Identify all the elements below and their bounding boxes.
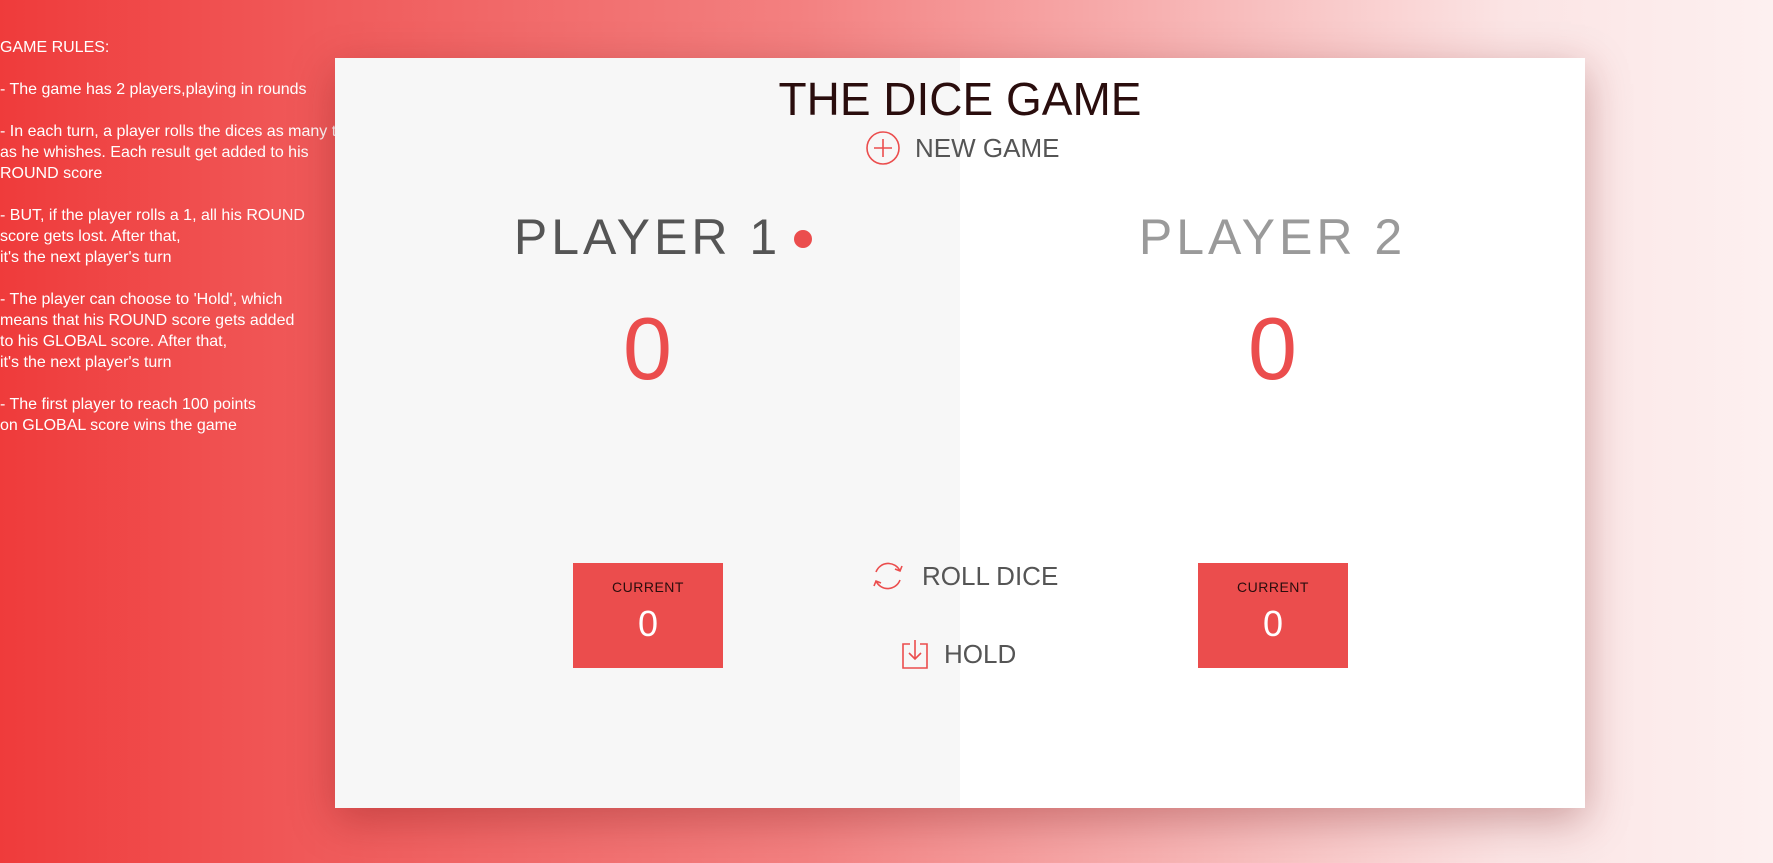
player-1-current-score: 0 xyxy=(637,603,659,644)
rules-title: GAME RULES: xyxy=(0,39,110,56)
game-title: THE DICE GAME xyxy=(778,73,1142,125)
rule-line: - The player can choose to 'Hold', which xyxy=(0,291,283,308)
active-dot-icon xyxy=(794,230,812,248)
rule-item: - The game has 2 players,playing in roun… xyxy=(0,79,340,100)
rule-line: - BUT, if the player rolls a 1, all his … xyxy=(0,207,305,224)
player-2-name: PLAYER 2 xyxy=(1138,209,1407,265)
player-1-panel xyxy=(335,58,960,808)
player-2-panel xyxy=(960,58,1585,808)
roll-dice-label: ROLL DICE xyxy=(922,560,1059,591)
download-icon xyxy=(902,640,928,669)
rule-item: - The player can choose to 'Hold', which… xyxy=(0,289,340,373)
current-label: CURRENT xyxy=(1237,579,1309,595)
roll-dice-button[interactable]: ROLL DICE xyxy=(868,556,1058,596)
player-1-score: 0 xyxy=(623,299,672,398)
player-2-current-score: 0 xyxy=(1262,603,1284,644)
rule-line: to his GLOBAL score. After that, xyxy=(0,333,228,350)
player-1-name: PLAYER 1 xyxy=(513,209,782,265)
game-panel: THE DICE GAME NEW GAME PLAYER 1 PLAYER 2… xyxy=(335,58,1585,808)
rule-line: it's the next player's turn xyxy=(0,249,172,266)
rule-line: on GLOBAL score wins the game xyxy=(0,417,237,434)
rule-line: - The game has 2 players,playing in roun… xyxy=(0,81,307,98)
refresh-icon xyxy=(873,562,903,590)
player-1-current-box: CURRENT 0 xyxy=(573,563,723,668)
rule-line: it's the next player's turn xyxy=(0,354,172,371)
rule-line: as he whishes. Each result get added to … xyxy=(0,144,309,161)
hold-button[interactable]: HOLD xyxy=(900,638,1016,670)
rule-item: - In each turn, a player rolls the dices… xyxy=(0,121,340,184)
rule-line: - In each turn, a player rolls the dices… xyxy=(0,123,337,140)
new-game-label: NEW GAME xyxy=(915,132,1060,163)
rule-line: means that his ROUND score gets added xyxy=(0,312,295,329)
player-2-score: 0 xyxy=(1248,299,1297,398)
hold-label: HOLD xyxy=(944,638,1017,669)
rule-line: score gets lost. After that, xyxy=(0,228,181,245)
rule-item: - The first player to reach 100 points o… xyxy=(0,394,340,436)
new-game-button[interactable]: NEW GAME xyxy=(865,130,1059,166)
game-rules: GAME RULES: - The game has 2 players,pla… xyxy=(0,37,340,457)
rule-line: - The first player to reach 100 points xyxy=(0,396,256,413)
rule-line: ROUND score xyxy=(0,165,103,182)
rule-item: - BUT, if the player rolls a 1, all his … xyxy=(0,205,340,268)
current-label: CURRENT xyxy=(612,579,684,595)
add-circle-icon xyxy=(866,131,900,165)
player-2-current-box: CURRENT 0 xyxy=(1198,563,1348,668)
